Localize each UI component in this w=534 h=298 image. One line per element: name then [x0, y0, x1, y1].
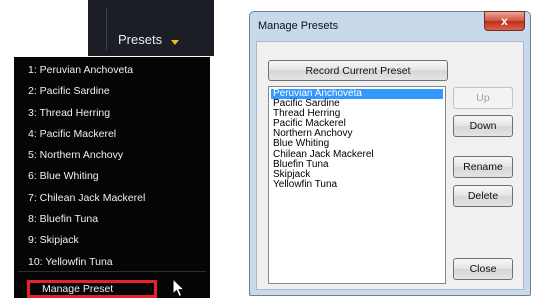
- preset-menu-item[interactable]: 3: Thread Herring: [14, 103, 210, 124]
- presets-panel: Presets 1: Peruvian Anchoveta 2: Pacific …: [0, 0, 214, 298]
- rename-button[interactable]: Rename: [453, 156, 513, 178]
- presets-button[interactable]: Presets: [104, 30, 184, 50]
- close-icon: x: [501, 14, 508, 28]
- dropdown-arrow-icon: [171, 40, 179, 45]
- preset-menu-item[interactable]: 5: Northern Anchovy: [14, 145, 210, 166]
- preset-menu-item[interactable]: 2: Pacific Sardine: [14, 81, 210, 102]
- preset-list-item[interactable]: Yellowfin Tuna: [271, 179, 443, 190]
- presets-menu: 1: Peruvian Anchoveta 2: Pacific Sardine 3…: [14, 57, 210, 298]
- manage-preset-menu-item[interactable]: Manage Preset: [27, 280, 157, 298]
- delete-button[interactable]: Delete: [453, 185, 513, 207]
- preset-menu-item[interactable]: 7: Chilean Jack Mackerel: [14, 188, 210, 209]
- dialog-body: Record Current Preset Peruvian Anchoveta…: [256, 41, 524, 290]
- mouse-pointer-icon: [172, 278, 186, 298]
- close-button[interactable]: Close: [453, 258, 513, 280]
- presets-button-label: Presets: [118, 32, 163, 47]
- up-button[interactable]: Up: [453, 87, 513, 109]
- preset-menu-list: 1: Peruvian Anchoveta 2: Pacific Sardine 3…: [14, 60, 210, 273]
- record-current-preset-button[interactable]: Record Current Preset: [268, 60, 448, 81]
- preset-menu-item[interactable]: 4: Pacific Mackerel: [14, 124, 210, 145]
- dialog-title: Manage Presets: [258, 20, 339, 32]
- preset-menu-item[interactable]: 1: Peruvian Anchoveta: [14, 60, 210, 81]
- menu-divider: [18, 271, 206, 272]
- menu-footer: Manage Preset: [14, 271, 210, 298]
- manage-presets-dialog: Manage Presets x Record Current Preset P…: [249, 11, 531, 296]
- presets-listbox[interactable]: Peruvian Anchoveta Pacific Sardine Thread …: [268, 86, 446, 284]
- close-window-button[interactable]: x: [484, 11, 525, 31]
- dialog-title-bar: Manage Presets x: [250, 11, 530, 36]
- preset-menu-item[interactable]: 10: Yellowfin Tuna: [14, 252, 210, 273]
- down-button[interactable]: Down: [453, 115, 513, 137]
- preset-menu-item[interactable]: 8: Bluefin Tuna: [14, 209, 210, 230]
- preset-menu-item[interactable]: 6: Blue Whiting: [14, 166, 210, 187]
- preset-menu-item[interactable]: 9: Skipjack: [14, 230, 210, 251]
